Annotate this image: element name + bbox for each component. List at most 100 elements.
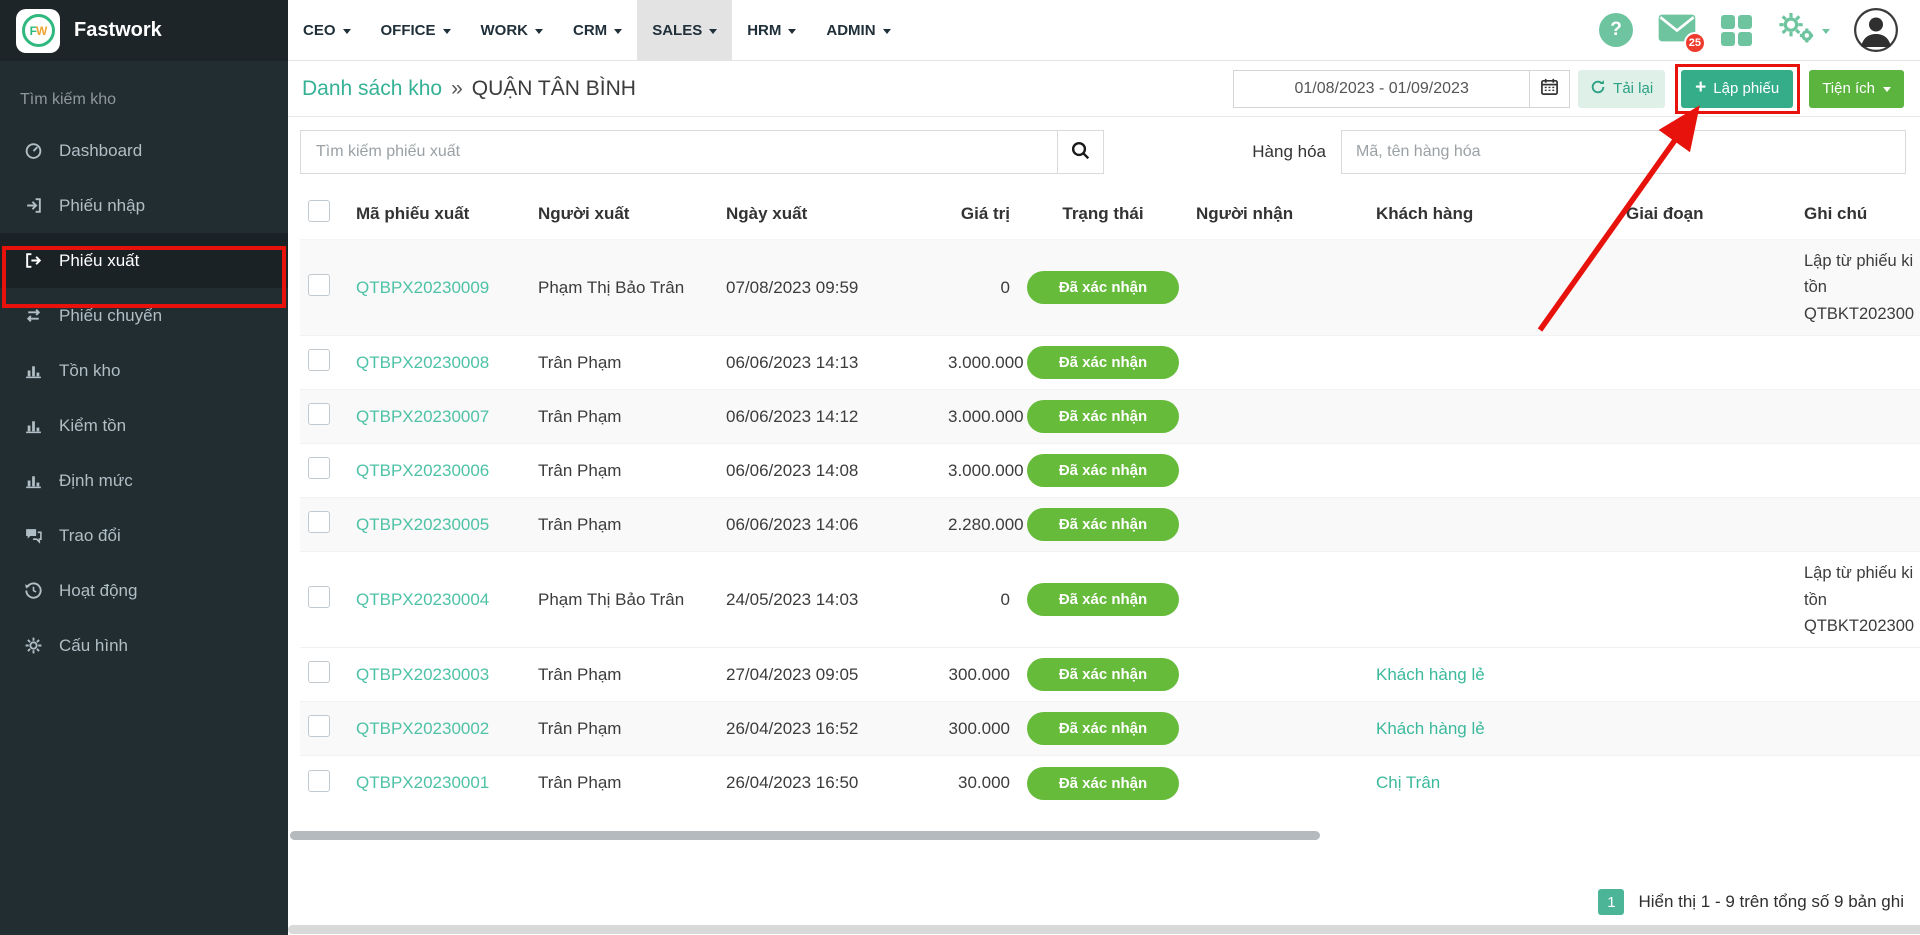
sidebar-item-trao-doi[interactable]: Trao đổi	[0, 508, 288, 563]
utilities-button[interactable]: Tiện ích	[1809, 70, 1904, 108]
customer-link[interactable]: Khách hàng lẻ	[1376, 665, 1485, 684]
sidebar-item-kiem-ton[interactable]: Kiểm tồn	[0, 398, 288, 453]
col-header-status: Trạng thái	[1018, 190, 1188, 240]
nav-item-office[interactable]: OFFICE	[366, 0, 466, 60]
row-checkbox[interactable]	[308, 457, 330, 479]
gear-icon	[22, 636, 44, 655]
value-cell: 3.000.000	[940, 390, 1018, 444]
nav-label: HRM	[747, 22, 781, 39]
row-checkbox[interactable]	[308, 274, 330, 296]
nav-label: CEO	[303, 22, 336, 39]
nav-item-sales[interactable]: SALES	[637, 0, 732, 60]
row-checkbox[interactable]	[308, 349, 330, 371]
sidebar-item-hoat-dong[interactable]: Hoạt động	[0, 563, 288, 618]
export-date-cell: 06/06/2023 14:08	[718, 444, 940, 498]
user-avatar[interactable]	[1854, 8, 1898, 52]
select-all-checkbox[interactable]	[308, 200, 330, 222]
notifications-button[interactable]: 25	[1657, 12, 1697, 49]
row-checkbox[interactable]	[308, 403, 330, 425]
row-checkbox[interactable]	[308, 770, 330, 792]
exporter-cell: Trân Phạm	[530, 756, 718, 810]
voucher-code-link[interactable]: QTBPX20230001	[356, 773, 489, 792]
search-button[interactable]	[1057, 131, 1103, 173]
create-voucher-button[interactable]: + Lập phiếu	[1681, 70, 1793, 108]
chevron-down-icon	[1822, 29, 1830, 34]
sidebar-item-dinh-muc[interactable]: Định mức	[0, 453, 288, 508]
voucher-code-link[interactable]: QTBPX20230007	[356, 407, 489, 426]
nav-item-ceo[interactable]: CEO	[288, 0, 366, 60]
sidebar-item-ton-kho[interactable]: Tồn kho	[0, 343, 288, 398]
nav-item-admin[interactable]: ADMIN	[811, 0, 905, 60]
calendar-button[interactable]	[1529, 71, 1569, 107]
top-navbar: CEO OFFICE WORK CRM SALES HRM	[288, 0, 1920, 61]
voucher-code-link[interactable]: QTBPX20230002	[356, 719, 489, 738]
table-row: QTBPX20230004 Phạm Thị Bảo Trân 24/05/20…	[300, 552, 1920, 648]
table-row: QTBPX20230002 Trân Phạm 26/04/2023 16:52…	[300, 702, 1920, 756]
voucher-code-link[interactable]: QTBPX20230003	[356, 665, 489, 684]
customer-link[interactable]: Khách hàng lẻ	[1376, 719, 1485, 738]
table-header-row: Mã phiếu xuất Người xuất Ngày xuất Giá t…	[300, 190, 1920, 240]
status-badge: Đã xác nhận	[1027, 454, 1179, 487]
sidebar-item-dashboard[interactable]: Dashboard	[0, 123, 288, 178]
value-cell: 2.280.000	[940, 498, 1018, 552]
page-title: QUẬN TÂN BÌNH	[472, 77, 636, 101]
exporter-cell: Trân Phạm	[530, 498, 718, 552]
apps-grid-icon[interactable]	[1721, 15, 1752, 46]
app-window: FW Fastwork Dashboard Phiếu nhập	[0, 0, 1920, 935]
exchange-icon	[22, 306, 44, 325]
nav-label: CRM	[573, 22, 607, 39]
exporter-cell: Trân Phạm	[530, 648, 718, 702]
row-checkbox[interactable]	[308, 586, 330, 608]
dashboard-icon	[22, 141, 44, 160]
reload-label: Tải lại	[1613, 80, 1653, 97]
reload-button[interactable]: Tải lại	[1578, 70, 1665, 108]
create-voucher-label: Lập phiếu	[1713, 80, 1779, 97]
warehouse-search-input[interactable]	[0, 61, 288, 111]
sidebar-item-phieu-nhap[interactable]: Phiếu nhập	[0, 178, 288, 233]
row-checkbox[interactable]	[308, 715, 330, 737]
sidebar-item-cau-hinh[interactable]: Cấu hình	[0, 618, 288, 673]
window-scrollbar-track[interactable]	[288, 925, 1920, 934]
exporter-cell: Phạm Thị Bảo Trân	[530, 240, 718, 336]
sidebar-item-phieu-chuyen[interactable]: Phiếu chuyển	[0, 288, 288, 343]
date-range-input[interactable]: 01/08/2023 - 01/09/2023	[1234, 71, 1529, 107]
goods-filter-input[interactable]	[1341, 130, 1906, 174]
voucher-code-link[interactable]: QTBPX20230006	[356, 461, 489, 480]
voucher-code-link[interactable]: QTBPX20230008	[356, 353, 489, 372]
nav-item-crm[interactable]: CRM	[558, 0, 637, 60]
nav-label: SALES	[652, 22, 702, 39]
value-cell: 30.000	[940, 756, 1018, 810]
nav-item-work[interactable]: WORK	[466, 0, 559, 60]
stage-cell	[1618, 648, 1796, 702]
sidebar-item-label: Phiếu chuyển	[59, 306, 162, 326]
voucher-code-link[interactable]: QTBPX20230009	[356, 278, 489, 297]
receiver-cell	[1188, 756, 1368, 810]
search-icon	[1070, 140, 1091, 164]
sidebar-item-label: Tồn kho	[59, 361, 120, 381]
settings-menu-button[interactable]	[1776, 11, 1830, 50]
voucher-code-link[interactable]: QTBPX20230005	[356, 515, 489, 534]
sign-in-icon	[22, 196, 44, 215]
row-checkbox[interactable]	[308, 661, 330, 683]
value-cell: 300.000	[940, 702, 1018, 756]
nav-item-hrm[interactable]: HRM	[732, 0, 811, 60]
sign-out-icon	[22, 251, 44, 270]
logo-letter-w: W	[36, 24, 46, 38]
receiver-cell	[1188, 648, 1368, 702]
row-checkbox[interactable]	[308, 511, 330, 533]
sidebar-item-phieu-xuat[interactable]: Phiếu xuất	[0, 233, 288, 288]
horizontal-scrollbar-thumb[interactable]	[290, 831, 1320, 840]
chevron-down-icon	[614, 29, 622, 34]
breadcrumb-parent-link[interactable]: Danh sách kho	[302, 77, 442, 101]
col-header-note: Ghi chú	[1796, 190, 1920, 240]
customer-link[interactable]: Chị Trân	[1376, 773, 1440, 792]
fastwork-logo-icon[interactable]: FW	[16, 9, 60, 53]
status-badge: Đã xác nhận	[1027, 508, 1179, 541]
receiver-cell	[1188, 552, 1368, 648]
value-cell: 0	[940, 240, 1018, 336]
page-1-button[interactable]: 1	[1598, 889, 1624, 915]
voucher-search-input[interactable]	[301, 131, 1057, 173]
help-icon[interactable]: ?	[1599, 13, 1633, 47]
brand-name: Fastwork	[74, 19, 162, 42]
voucher-code-link[interactable]: QTBPX20230004	[356, 590, 489, 609]
